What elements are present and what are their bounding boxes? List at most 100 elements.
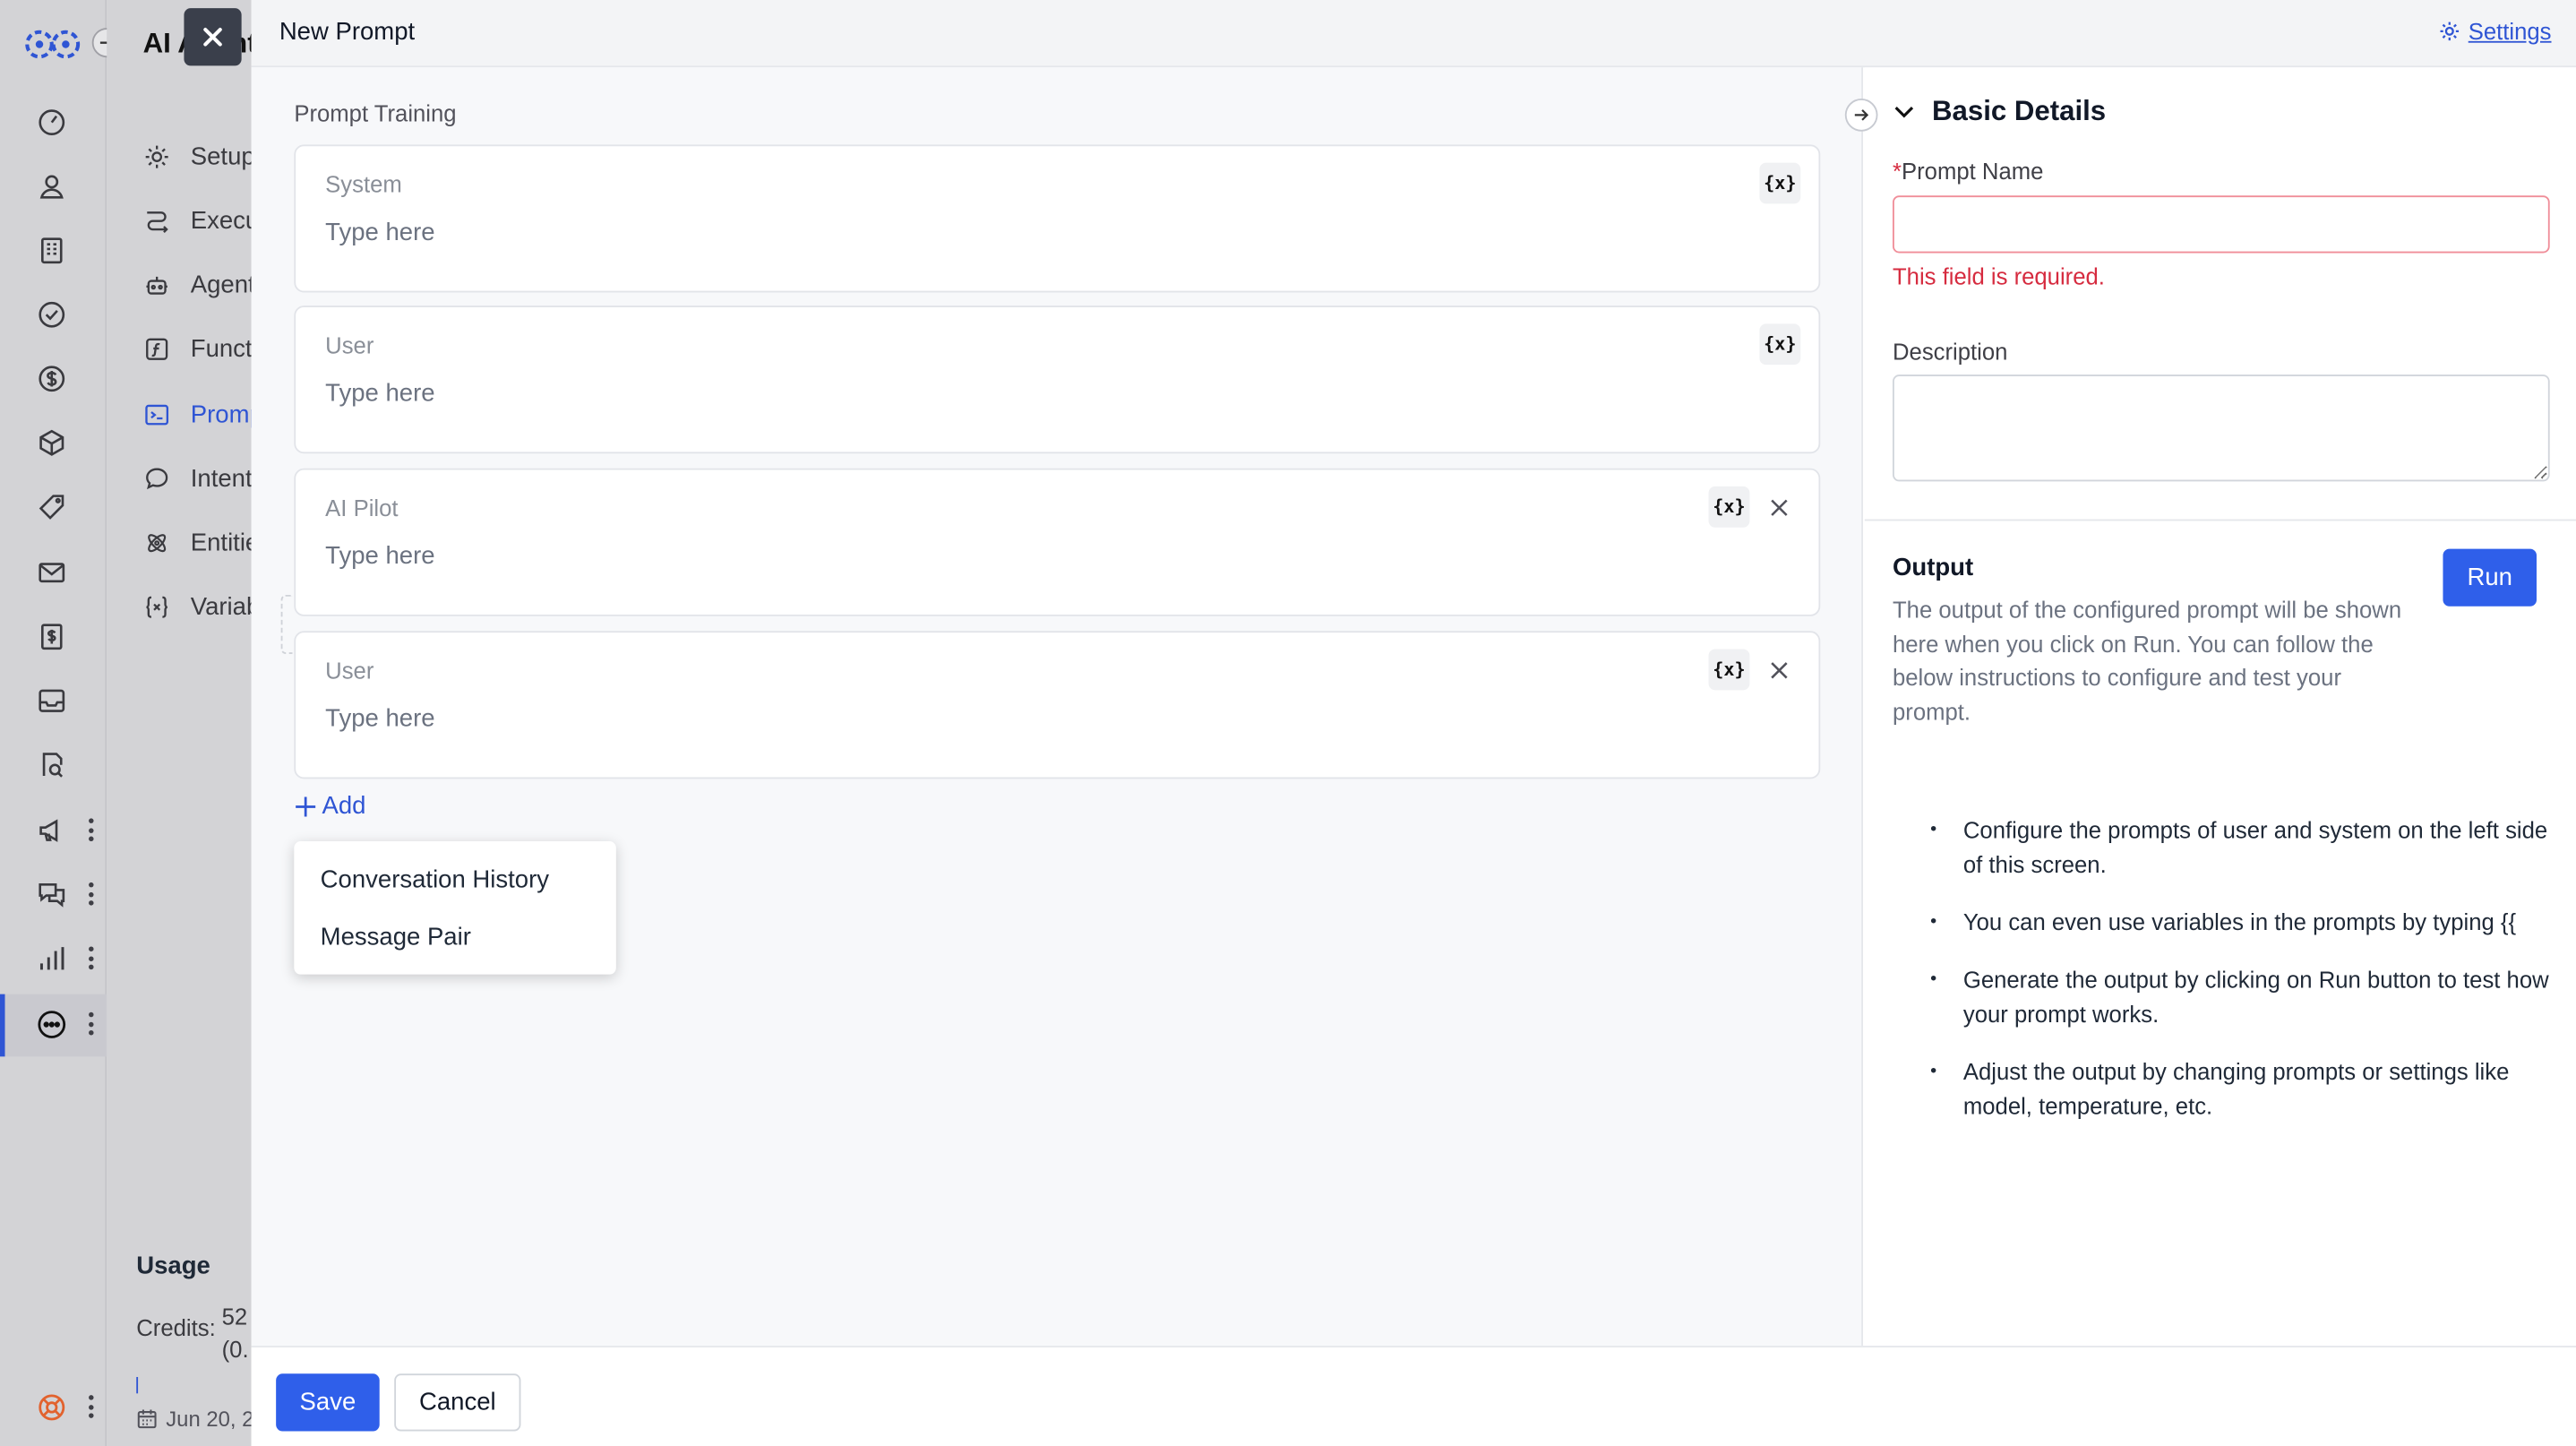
cancel-button[interactable]: Cancel <box>394 1373 521 1432</box>
credits-progress <box>136 1376 139 1394</box>
new-prompt-drawer: New Prompt Settings Prompt Training Syst… <box>251 0 2576 1446</box>
chart-more-icon[interactable] <box>84 945 98 971</box>
insert-variable-button[interactable]: {x} <box>1708 486 1750 528</box>
output-title: Output <box>1892 554 1974 582</box>
megaphone-icon[interactable] <box>33 812 69 848</box>
message-role: System <box>325 170 402 198</box>
insert-variable-button[interactable]: {x} <box>1759 323 1801 366</box>
message-role: User <box>325 657 374 684</box>
atom-icon <box>148 533 167 552</box>
mail-icon[interactable] <box>33 554 69 590</box>
message-card-system: System {x} <box>294 144 1821 293</box>
megaphone-more-icon[interactable] <box>84 817 98 843</box>
drag-handle[interactable] <box>280 594 293 654</box>
menu-item-message-pair[interactable]: Message Pair <box>294 908 616 966</box>
dollar-circle-icon[interactable] <box>33 360 69 396</box>
icon-rail <box>0 0 122 1446</box>
close-drawer-button[interactable] <box>184 8 242 66</box>
inbox-icon[interactable] <box>33 682 69 718</box>
drawer-header: New Prompt Settings <box>251 0 2576 68</box>
help-more-icon[interactable] <box>84 1393 98 1419</box>
sidebar-item-label: Functions <box>190 334 255 363</box>
run-button[interactable]: Run <box>2443 548 2537 607</box>
usage-date-text: Jun 20, 2 <box>166 1406 254 1432</box>
usage-title: Usage <box>136 1252 210 1280</box>
message-card-ai-pilot: AI Pilot {x} <box>294 468 1821 616</box>
insert-variable-button[interactable]: {x} <box>1708 649 1750 691</box>
remove-message-button[interactable] <box>1758 486 1799 528</box>
ai-pilot-message-input[interactable] <box>325 542 1673 571</box>
sidebar-item-label: Entities <box>190 528 255 556</box>
ai-more-icon[interactable] <box>84 1011 98 1037</box>
invoice-icon[interactable] <box>33 618 69 654</box>
list-item: Generate the output by clicking on Run b… <box>1930 963 2555 1032</box>
close-icon <box>203 27 222 47</box>
sidebar-item-setup[interactable]: Setup <box>143 136 254 176</box>
check-circle-icon[interactable] <box>33 296 69 331</box>
dashboard-icon[interactable] <box>33 104 69 140</box>
report-icon[interactable] <box>33 746 69 782</box>
tag-icon[interactable] <box>33 488 69 524</box>
cube-icon[interactable] <box>33 424 69 460</box>
gear-icon <box>145 144 168 168</box>
collapse-panel-button[interactable] <box>1844 99 1878 132</box>
sidebar-item-prompts[interactable]: Prompts <box>143 394 254 434</box>
section-divider <box>1864 519 2576 521</box>
chat-more-icon[interactable] <box>84 881 98 907</box>
sidebar-item-executions[interactable]: Executions <box>143 201 255 240</box>
prompt-name-input[interactable] <box>1892 195 2550 254</box>
credits-label: Credits: <box>136 1314 216 1341</box>
list-item: You can even use variables in the prompt… <box>1930 906 2555 941</box>
sidebar-item-functions[interactable]: Functions <box>143 329 255 368</box>
remove-message-button[interactable] <box>1758 649 1799 690</box>
credits-amount: 52 <box>221 1303 248 1330</box>
insert-variable-button[interactable]: {x} <box>1759 162 1801 204</box>
menu-item-conversation-history[interactable]: Conversation History <box>294 851 616 908</box>
list-item: Configure the prompts of user and system… <box>1930 813 2555 882</box>
bar-chart-icon[interactable] <box>33 940 69 976</box>
credits-sub: (0. <box>221 1336 249 1363</box>
prompt-training-label: Prompt Training <box>294 99 457 127</box>
lifebuoy-icon[interactable] <box>33 1389 69 1424</box>
settings-link[interactable]: Settings <box>2439 18 2552 45</box>
robot-icon <box>146 275 167 294</box>
message-role: User <box>325 331 374 358</box>
sidebar-item-label: Intents <box>190 464 255 493</box>
function-icon <box>146 337 168 359</box>
plus-icon <box>296 796 316 816</box>
chat-icon[interactable] <box>33 876 69 912</box>
user-icon[interactable] <box>33 168 69 203</box>
message-role: AI Pilot <box>325 495 399 521</box>
braces-icon <box>146 595 168 617</box>
sidebar-item-label: Executions <box>190 206 255 235</box>
add-message-button[interactable]: Add <box>294 792 365 820</box>
add-label: Add <box>322 792 366 821</box>
sidebar-item-variables[interactable]: Variables <box>143 587 255 626</box>
speech-icon <box>146 467 168 489</box>
sidebar-item-agents[interactable]: Agents <box>143 264 254 304</box>
add-message-menu: Conversation History Message Pair <box>294 841 616 975</box>
details-pane: Basic Details *Prompt Name This field is… <box>1844 67 2576 1347</box>
system-message-input[interactable] <box>325 218 1673 247</box>
building-icon[interactable] <box>33 232 69 268</box>
user-message-input-2[interactable] <box>325 704 1673 734</box>
message-card-user: User {x} <box>294 306 1821 454</box>
sidebar-item-entities[interactable]: Entities <box>143 522 255 562</box>
settings-label: Settings <box>2468 18 2552 45</box>
flow-icon <box>147 211 168 233</box>
calendar-icon <box>137 1409 157 1429</box>
output-description: The output of the configured prompt will… <box>1892 596 2402 724</box>
brand-logo-icon[interactable] <box>23 28 82 69</box>
description-input[interactable] <box>1892 374 2550 482</box>
save-button[interactable]: Save <box>276 1373 380 1432</box>
ai-bubble-icon[interactable] <box>33 1005 69 1041</box>
list-item: Adjust the output by changing prompts or… <box>1930 1054 2555 1123</box>
description-label: Description <box>1892 338 2008 366</box>
basic-details-toggle[interactable]: Basic Details <box>1893 95 2106 128</box>
prompt-name-label-text: Prompt Name <box>1902 158 2044 185</box>
sidebar-item-label: Variables <box>190 592 255 621</box>
user-message-input[interactable] <box>325 379 1673 408</box>
gear-icon <box>2441 22 2460 41</box>
close-icon <box>1770 498 1787 515</box>
sidebar-item-intents[interactable]: Intents <box>143 459 255 498</box>
